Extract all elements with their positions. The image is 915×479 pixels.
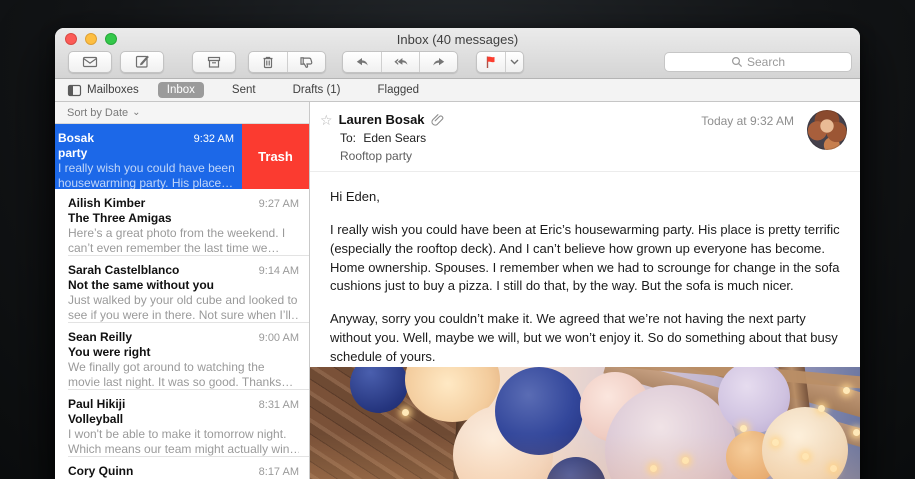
archive-icon [207, 56, 221, 68]
trash-icon [263, 56, 273, 68]
favorites-tab-sent[interactable]: Sent [223, 82, 265, 98]
message-preview-line: I won't be able to make it tomorrow nigh… [68, 427, 287, 441]
window-header: Inbox (40 messages) Search [55, 28, 860, 79]
reply-group [342, 50, 458, 73]
message-list-item[interactable]: Ailish Kimber 9:27 AM The Three Amigas H… [55, 189, 309, 256]
message-preview-line: Just walked by your old cube and looked … [68, 293, 298, 307]
trash-swipe-button[interactable]: Trash [242, 124, 309, 189]
message-subject: party [58, 146, 88, 160]
message-list: Sort by Date ⌄ Bosak 9:32 AM party I rea… [55, 102, 310, 479]
get-mail-button[interactable] [68, 50, 112, 73]
delete-button[interactable] [249, 52, 287, 72]
star-outline-icon[interactable]: ☆ [320, 113, 333, 127]
favorites-tab-flagged[interactable]: Flagged [369, 82, 429, 98]
to-label: To: [340, 131, 357, 145]
message-time: 8:31 AM [258, 399, 299, 411]
message-preview-line: see if you were in there. Not sure when … [68, 308, 299, 322]
flag-button[interactable] [477, 52, 505, 72]
chevron-down-icon [510, 59, 519, 64]
message-time: 9:27 AM [258, 198, 299, 210]
flag-icon [486, 56, 495, 68]
message-sender: Ailish Kimber [68, 196, 146, 210]
forward-arrow-icon [432, 57, 444, 65]
delete-junk-group [248, 50, 326, 73]
message-subject: Not the same without you [68, 278, 215, 292]
message-list-item[interactable]: Cory Quinn 8:17 AM Vacation photos [55, 457, 309, 479]
mailboxes-label: Mailboxes [87, 84, 139, 96]
message-sender: Bosak [58, 131, 95, 145]
close-button[interactable] [65, 33, 77, 45]
desktop-background: { "window": { "title": "Inbox (40 messag… [0, 0, 915, 479]
message-preview-line: Which means our team might actually win… [68, 442, 299, 456]
paperclip-icon[interactable] [431, 113, 444, 127]
message-time: 8:17 AM [258, 466, 299, 478]
message-subject: You were right [68, 345, 151, 359]
reading-pane: ☆ Lauren Bosak To: Eden Sears Rooftop pa… [310, 102, 860, 479]
message-preview-line: can’t even remember the last time we… [68, 241, 280, 255]
message-list-item[interactable]: Sarah Castelblanco 9:14 AM Not the same … [55, 256, 309, 323]
message-subject: The Three Amigas [68, 211, 172, 225]
favorites-tab-drafts[interactable]: Drafts (1) [284, 82, 350, 98]
zoom-button[interactable] [105, 33, 117, 45]
message-sender: Cory Quinn [68, 464, 134, 478]
message-preview-line: movie last night. It was so good. Thanks… [68, 375, 294, 389]
mailboxes-button[interactable]: Mailboxes [67, 84, 139, 97]
envelope-icon [82, 56, 98, 67]
attachment-photo[interactable] [310, 367, 860, 479]
sort-label: Sort by Date [67, 106, 129, 119]
sender-avatar [807, 110, 847, 150]
window-titlebar[interactable]: Inbox (40 messages) [55, 28, 860, 50]
message-body: Hi Eden, I really wish you could have be… [310, 172, 860, 367]
reading-sender: Lauren Bosak [338, 112, 425, 127]
toolbar: Search [55, 50, 860, 78]
window-title: Inbox (40 messages) [396, 31, 519, 47]
body-paragraph: Hi Eden, [330, 189, 380, 204]
message-sender: Sarah Castelblanco [68, 263, 180, 277]
message-time: 9:32 AM [193, 133, 234, 145]
message-time: 9:14 AM [258, 265, 299, 277]
flag-menu-button[interactable] [505, 51, 523, 72]
reply-button[interactable] [343, 52, 381, 72]
search-placeholder: Search [746, 54, 786, 69]
junk-button[interactable] [287, 51, 325, 72]
reply-all-button[interactable] [381, 51, 419, 72]
favorites-tab-inbox[interactable]: Inbox [157, 82, 204, 98]
minimize-button[interactable] [85, 33, 97, 45]
swiped-message-content[interactable]: Bosak 9:32 AM party I really wish you co… [55, 124, 242, 189]
message-subject: Volleyball [68, 412, 124, 426]
message-list-item-selected[interactable]: Bosak 9:32 AM party I really wish you co… [55, 124, 309, 189]
message-list-item[interactable]: Sean Reilly 9:00 AM You were right We fi… [55, 323, 309, 390]
reply-all-arrow-icon [394, 57, 408, 65]
message-preview-line: We finally got around to watching the [68, 360, 265, 374]
body-paragraph: Anyway, sorry you couldn’t make it. We a… [330, 311, 838, 364]
chevron-down-icon: ⌄ [132, 107, 141, 118]
mail-window: Inbox (40 messages) Search Mailboxes Inb… [55, 28, 860, 479]
message-list-item[interactable]: Paul Hikiji 8:31 AM Volleyball I won't b… [55, 390, 309, 457]
sort-by-date-control[interactable]: Sort by Date ⌄ [55, 102, 309, 124]
message-preview-line: housewarming party. His place… [58, 176, 234, 189]
recipient-name: Eden Sears [363, 131, 427, 145]
message-header: ☆ Lauren Bosak To: Eden Sears Rooftop pa… [310, 102, 860, 172]
message-preview-line: Here’s a great photo from the weekend. I [68, 226, 286, 240]
message-preview-line: I really wish you could have been [58, 161, 234, 175]
message-time: 9:00 AM [258, 332, 299, 344]
compose-icon [135, 55, 149, 68]
photo-glow-overlay [310, 367, 860, 479]
flag-group [476, 50, 524, 73]
thumbs-down-icon [300, 56, 313, 68]
body-paragraph: I really wish you could have been at Eri… [330, 221, 840, 294]
archive-button[interactable] [192, 50, 236, 73]
forward-button[interactable] [419, 51, 457, 72]
favorites-bar: Mailboxes Inbox Sent Drafts (1) Flagged [55, 79, 860, 102]
sidebar-panels-icon [67, 84, 82, 96]
compose-button[interactable] [120, 50, 164, 73]
message-date: Today at 9:32 AM [701, 114, 794, 128]
reading-subject: Rooftop party [340, 149, 413, 163]
message-sender: Paul Hikiji [68, 397, 126, 411]
reply-arrow-icon [356, 57, 368, 65]
magnifier-icon [731, 56, 743, 67]
content-area: Sort by Date ⌄ Bosak 9:32 AM party I rea… [55, 102, 860, 479]
message-sender: Sean Reilly [68, 330, 133, 344]
search-input[interactable]: Search [664, 51, 852, 72]
